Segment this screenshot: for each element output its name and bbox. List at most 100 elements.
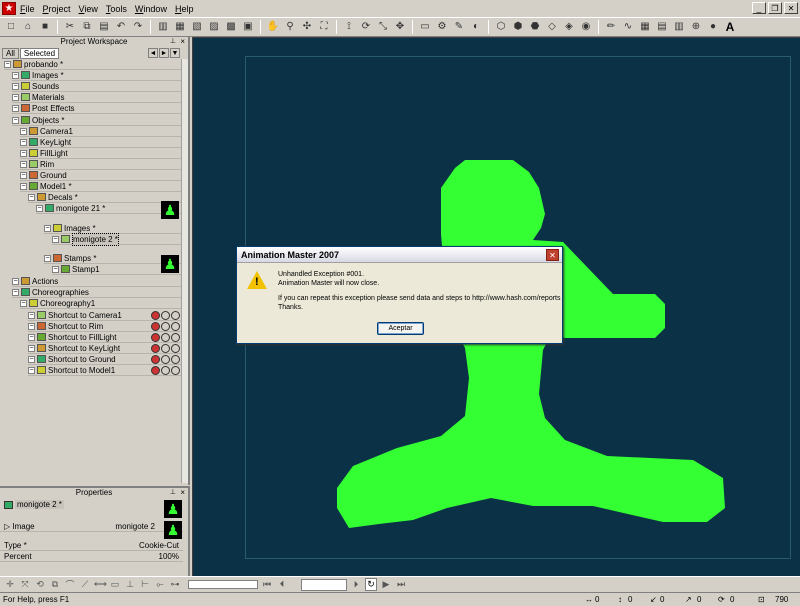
tool-icon-5[interactable]: ▩ [224, 20, 238, 34]
tree-item[interactable]: − Images * [12, 70, 183, 81]
tree-item[interactable]: − Choreographies [12, 287, 183, 298]
prop-row-percent[interactable]: Percent 100% [0, 551, 183, 562]
next-frame-icon[interactable]: ⏵ [350, 579, 362, 590]
menu-tools[interactable]: Tools [102, 4, 131, 14]
scale-tool-icon[interactable]: ⤧ [19, 579, 31, 590]
expand-toggle-icon[interactable]: − [28, 322, 35, 330]
rotate-icon[interactable]: ⟳ [359, 20, 373, 34]
tree-item[interactable]: − Post Effects [12, 103, 183, 114]
view-icon-1[interactable]: ⬡ [494, 20, 508, 34]
table-icon[interactable]: ▤ [655, 20, 669, 34]
prev-frame-icon[interactable]: ⏴ [276, 579, 288, 590]
tree-item[interactable]: − Rim [20, 159, 183, 170]
restore-button[interactable]: ❐ [768, 2, 782, 14]
flag-icon[interactable] [151, 322, 160, 331]
view-icon-5[interactable]: ◈ [562, 20, 576, 34]
expand-toggle-icon[interactable]: − [44, 254, 51, 262]
expand-toggle-icon[interactable]: − [12, 288, 19, 296]
expand-toggle-icon[interactable]: − [12, 116, 19, 124]
tree-item[interactable]: − Shortcut to Camera1 [28, 310, 183, 321]
flag-icon[interactable] [151, 311, 160, 320]
expand-toggle-icon[interactable]: − [12, 277, 19, 285]
tree-item[interactable]: − FillLight [20, 148, 183, 159]
expand-toggle-icon[interactable]: − [12, 104, 19, 112]
menu-view[interactable]: View [75, 4, 102, 14]
tool-icon-2[interactable]: ▦ [173, 20, 187, 34]
expand-toggle-icon[interactable]: − [20, 160, 27, 168]
new-icon[interactable]: □ [4, 20, 18, 34]
close-icon[interactable]: × [180, 488, 185, 498]
save-icon[interactable]: ■ [38, 20, 52, 34]
rotate-tool-icon[interactable]: ⟲ [34, 579, 46, 590]
redo-icon[interactable]: ↷ [131, 20, 145, 34]
expand-toggle-icon[interactable]: − [28, 193, 35, 201]
view-icon-3[interactable]: ⬣ [528, 20, 542, 34]
tree-item[interactable]: − KeyLight [20, 137, 183, 148]
light-icon[interactable]: ◐ [469, 20, 483, 34]
loop-icon[interactable]: ↻ [365, 578, 377, 591]
pen-icon[interactable]: ✏ [604, 20, 618, 34]
tool-icon-4[interactable]: ▨ [207, 20, 221, 34]
tree-item[interactable]: − Sounds [12, 81, 183, 92]
keyframe-tool-icon[interactable]: ⊶ [169, 579, 181, 590]
flag-icon[interactable] [161, 355, 170, 364]
first-frame-icon[interactable]: ⏮ [261, 579, 273, 590]
flag-icon[interactable] [171, 366, 180, 375]
grid-icon[interactable]: ▦ [638, 20, 652, 34]
tree-item[interactable]: − Shortcut to Ground [28, 354, 183, 365]
tree-item[interactable]: − Objects * [12, 115, 183, 126]
tool-icon-6[interactable]: ▣ [241, 20, 255, 34]
record-icon[interactable]: ✎ [452, 20, 466, 34]
anim-icon[interactable]: ⚙ [435, 20, 449, 34]
chart-icon[interactable]: ▥ [672, 20, 686, 34]
tree-item[interactable]: − Camera1 [20, 126, 183, 137]
zoom-icon[interactable]: ⚲ [283, 20, 297, 34]
tree-item[interactable]: − Choreography1 [20, 298, 183, 309]
menu-window[interactable]: Window [131, 4, 171, 14]
expand-toggle-icon[interactable]: − [20, 182, 27, 190]
sphere-icon[interactable]: ● [706, 20, 720, 34]
scale-icon[interactable]: ⤡ [376, 20, 390, 34]
open-icon[interactable]: ⌂ [21, 20, 35, 34]
tree-item[interactable]: − Materials [12, 92, 183, 103]
frame-icon[interactable]: ⛶ [317, 20, 331, 34]
flag-icon[interactable] [151, 344, 160, 353]
pin-icon[interactable]: ⊥ [170, 488, 176, 498]
accept-button[interactable]: Aceptar [377, 322, 424, 335]
tab-all[interactable]: All [2, 47, 19, 59]
pin-icon[interactable]: ⊥ [170, 37, 176, 47]
menu-file[interactable]: File [16, 4, 39, 14]
extend-tool-icon[interactable]: ⟷ [94, 579, 107, 590]
frame-input[interactable] [301, 578, 347, 591]
prop-row-image[interactable]: ▷ Image monigote 2 [0, 521, 183, 532]
globe-icon[interactable]: ⊕ [689, 20, 703, 34]
app-star-icon[interactable]: ★ [2, 2, 16, 15]
flag-icon[interactable] [171, 322, 180, 331]
tree-item[interactable]: − probando * [4, 59, 183, 70]
flag-icon[interactable] [161, 333, 170, 342]
flag-icon[interactable] [161, 366, 170, 375]
flag-icon[interactable] [171, 344, 180, 353]
expand-toggle-icon[interactable]: − [20, 299, 27, 307]
tree-item[interactable]: − Decals * [28, 192, 183, 203]
tool-icon-1[interactable]: ▥ [156, 20, 170, 34]
text-icon[interactable]: A [723, 20, 737, 34]
nav-left-icon[interactable]: ◄ [148, 48, 158, 58]
last-frame-icon[interactable]: ⏭ [395, 579, 407, 590]
tree-item[interactable]: − Shortcut to FillLight [28, 332, 183, 343]
close-button[interactable]: ✕ [784, 2, 798, 14]
menu-help[interactable]: Help [171, 4, 198, 14]
view-icon-4[interactable]: ◇ [545, 20, 559, 34]
flag-icon[interactable] [151, 355, 160, 364]
hand-icon[interactable]: ✋ [266, 20, 280, 34]
undo-icon[interactable]: ↶ [114, 20, 128, 34]
dialog-close-button[interactable]: ✕ [546, 249, 559, 261]
expand-toggle-icon[interactable]: − [12, 82, 19, 90]
tree-item[interactable]: − Shortcut to Model1 [28, 365, 183, 376]
expand-toggle-icon[interactable]: − [20, 138, 27, 146]
expand-toggle-icon[interactable]: − [4, 60, 11, 68]
curve-icon[interactable]: ∿ [621, 20, 635, 34]
expand-toggle-icon[interactable]: − [12, 71, 19, 79]
play-icon[interactable]: ▶ [380, 579, 392, 590]
flag-icon[interactable] [161, 344, 170, 353]
